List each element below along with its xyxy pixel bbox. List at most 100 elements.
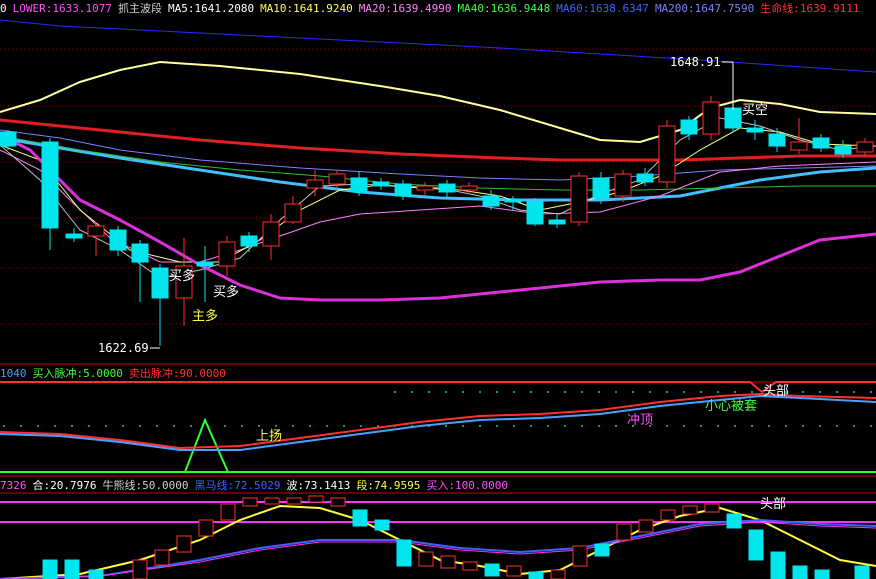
pulse-indicator-pane[interactable]: 1040 买入脉冲:5.0000 卖出脉冲:90.0000 上扬 冲顶 小心被套 头…	[0, 366, 876, 473]
signal-buy-long-1: 买多	[169, 268, 195, 284]
level-dot	[173, 425, 175, 427]
level-dot	[479, 391, 481, 393]
osc-bar-up	[682, 505, 698, 515]
level-dot	[768, 425, 770, 427]
osc-bar-down	[528, 571, 544, 579]
price-pane[interactable]: 0 LOWER:1633.1077 抓主波段 MA5:1641.2080 MA10:16…	[0, 1, 876, 355]
level-dot	[309, 425, 311, 427]
osc-bar-down	[64, 559, 80, 579]
level-dot	[683, 391, 685, 393]
candle-down	[109, 226, 127, 256]
candle-up	[87, 222, 105, 256]
osc-bar-up	[132, 559, 148, 579]
osc-bar-up	[418, 551, 434, 567]
high-price-label: 1648.91	[670, 55, 721, 69]
label-surge: 冲顶	[627, 413, 653, 428]
osc-bar-up	[660, 509, 676, 521]
osc-bar-down	[352, 509, 368, 527]
osc-bar-up	[550, 569, 566, 579]
level-dot	[71, 425, 73, 427]
osc-bar-down	[726, 513, 742, 529]
level-dot	[785, 425, 787, 427]
candle-up	[262, 214, 280, 260]
segment-line	[0, 504, 876, 579]
pane-separators	[0, 363, 876, 494]
level-dot	[870, 425, 872, 427]
level-dot	[530, 391, 532, 393]
candle-up	[218, 236, 236, 276]
level-dot	[734, 425, 736, 427]
osc-bar-up	[330, 497, 346, 507]
level-dot	[530, 425, 532, 427]
low-marker: 1622.69	[98, 341, 160, 355]
level-dot	[258, 425, 260, 427]
level-dot	[751, 391, 753, 393]
osc-bar-up	[440, 555, 456, 569]
candle-up	[658, 120, 676, 188]
osc-bar-up	[264, 497, 280, 505]
level-dot	[156, 425, 158, 427]
level-dot	[343, 425, 345, 427]
level-dot	[615, 391, 617, 393]
life-line	[0, 118, 876, 162]
moving-average-lines	[0, 19, 876, 302]
level-dot	[513, 391, 515, 393]
level-dot	[394, 391, 396, 393]
level-dot	[564, 391, 566, 393]
header-value: 牛熊线:50.0000	[102, 478, 188, 492]
level-dot	[547, 391, 549, 393]
level-dot	[802, 391, 804, 393]
header-value: 合:20.7976	[33, 478, 97, 492]
level-dot	[734, 391, 736, 393]
osc-bar-up	[176, 535, 192, 553]
level-dot	[241, 425, 243, 427]
candle-up	[284, 196, 302, 224]
header-value: MA10:1641.9240	[260, 2, 353, 15]
header-value: LOWER:1633.1077	[13, 2, 112, 15]
header-value: 7326	[0, 479, 27, 492]
osc-bar-down	[770, 551, 786, 579]
candle-down	[636, 168, 654, 186]
osc-bar-up	[638, 519, 654, 533]
level-dot	[445, 425, 447, 427]
candle-down	[680, 116, 698, 140]
header-value: 买入脉冲:5.0000	[33, 366, 123, 380]
candle-down	[350, 172, 368, 196]
header-value: 段:74.9595	[356, 478, 420, 492]
level-dot	[564, 425, 566, 427]
level-dot	[360, 425, 362, 427]
buy-pulse-spike	[0, 417, 876, 473]
osc-bar-up	[506, 565, 522, 577]
oscillator-header: 7326 合:20.7976 牛熊线:50.0000 黑马线:72.5029 波:73.…	[0, 478, 508, 492]
header-value: 卖出脉冲:90.0000	[129, 366, 226, 380]
osc-bar-up	[704, 503, 720, 513]
level-dot	[649, 391, 651, 393]
candle-up	[856, 138, 874, 156]
level-dot	[615, 425, 617, 427]
candle-down	[372, 178, 390, 190]
osc-bar-down	[374, 519, 390, 531]
level-dot	[717, 391, 719, 393]
header-value: 买入:100.0000	[426, 479, 508, 492]
signal-main-long: 主多	[192, 308, 218, 324]
level-dot	[496, 425, 498, 427]
candle-up	[306, 170, 324, 196]
pulse-lines	[0, 381, 876, 473]
osc-bar-up	[572, 545, 588, 567]
pulse-indicator-header: 1040 买入脉冲:5.0000 卖出脉冲:90.0000	[0, 366, 226, 380]
level-dot	[20, 425, 22, 427]
level-dot	[598, 391, 600, 393]
osc-bar-down	[88, 569, 104, 579]
level-dot	[292, 425, 294, 427]
level-dot	[224, 425, 226, 427]
level-dot	[445, 391, 447, 393]
futures-chart-window[interactable]: 0 LOWER:1633.1077 抓主波段 MA5:1641.2080 MA10:16…	[0, 0, 876, 579]
candle-down	[812, 134, 830, 152]
level-dot	[802, 425, 804, 427]
level-dot	[666, 425, 668, 427]
header-value: 1040	[0, 367, 27, 380]
level-dot	[632, 391, 634, 393]
candle-down	[526, 198, 544, 226]
header-value: MA20:1639.4990	[359, 2, 452, 15]
osc-bar-down	[854, 565, 870, 579]
